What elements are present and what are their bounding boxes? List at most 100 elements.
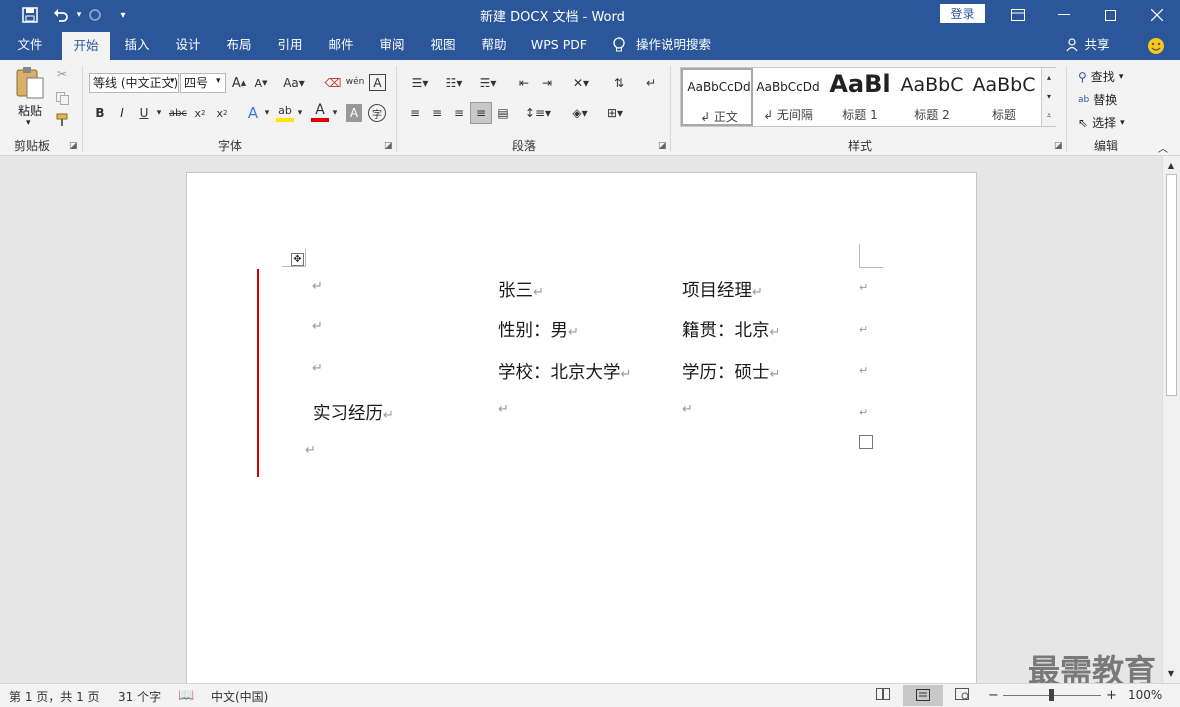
- paste-button[interactable]: 粘贴: [18, 102, 42, 119]
- style-title[interactable]: AaBbC 标题: [968, 68, 1040, 126]
- strikethrough-icon[interactable]: abc: [168, 104, 188, 122]
- styles-launcher-icon[interactable]: ◪: [1054, 141, 1063, 151]
- share-button[interactable]: 共享: [1082, 30, 1112, 60]
- tell-me-search[interactable]: 操作说明搜索: [636, 30, 716, 60]
- multilevel-list-icon[interactable]: ☴▾: [474, 74, 502, 92]
- document-page[interactable]: ✥ ↵ 张三↵ 项目经理↵ ↵ ↵ 性别：男↵ 籍贯：北京↵ ↵ ↵ 学校：北京…: [186, 172, 977, 683]
- styles-more-icon[interactable]: ⩡: [1042, 106, 1056, 125]
- scroll-up-icon[interactable]: ▲: [1164, 158, 1178, 172]
- clipboard-launcher-icon[interactable]: ◪: [69, 141, 78, 151]
- shading-icon[interactable]: ◈▾: [566, 104, 594, 122]
- subscript-icon[interactable]: x2: [192, 104, 208, 122]
- customize-icon[interactable]: ▾: [112, 4, 134, 26]
- style-heading-1[interactable]: AaBl 标题 1: [824, 68, 896, 126]
- chinese-layout-icon[interactable]: ✕▾: [567, 74, 595, 92]
- zoom-in-icon[interactable]: +: [1106, 688, 1117, 703]
- tab-view[interactable]: 视图: [419, 30, 467, 60]
- style-heading-2[interactable]: AaBbC 标题 2: [896, 68, 968, 126]
- zoom-out-icon[interactable]: −: [988, 688, 999, 703]
- scroll-down-icon[interactable]: ▼: [1164, 666, 1178, 680]
- font-color-icon[interactable]: A: [311, 102, 329, 122]
- style-no-spacing[interactable]: AaBbCcDd ↲ 无间隔: [752, 68, 824, 126]
- format-painter-icon[interactable]: [54, 112, 70, 128]
- text-effects-dropdown-icon[interactable]: ▾: [262, 104, 272, 122]
- close-icon[interactable]: [1134, 0, 1180, 30]
- highlight-icon[interactable]: ab: [276, 102, 294, 122]
- share-icon[interactable]: [1066, 38, 1080, 55]
- shrink-font-icon[interactable]: A ▼: [252, 74, 270, 92]
- character-border-icon[interactable]: A: [369, 74, 386, 91]
- tab-design[interactable]: 设计: [164, 30, 212, 60]
- clear-formatting-icon[interactable]: ⌫: [324, 74, 342, 92]
- table-cell[interactable]: 张三↵: [498, 277, 544, 302]
- copy-icon[interactable]: [54, 90, 70, 106]
- tab-file[interactable]: 文件: [6, 30, 54, 60]
- underline-icon[interactable]: U: [136, 104, 152, 122]
- paste-icon[interactable]: [14, 66, 46, 103]
- character-shading-icon[interactable]: A: [346, 104, 362, 122]
- table-cell[interactable]: 实习经历↵: [313, 400, 394, 425]
- enclose-characters-icon[interactable]: 字: [368, 104, 386, 122]
- highlight-dropdown-icon[interactable]: ▾: [295, 104, 305, 122]
- tab-help[interactable]: 帮助: [470, 30, 518, 60]
- ribbon-display-icon[interactable]: [995, 0, 1041, 30]
- superscript-icon[interactable]: x2: [214, 104, 230, 122]
- zoom-level[interactable]: 100%: [1128, 688, 1162, 702]
- table-cell[interactable]: 籍贯：北京↵: [682, 317, 780, 342]
- tab-references[interactable]: 引用: [266, 30, 314, 60]
- language-indicator[interactable]: 中文(中国): [211, 688, 268, 705]
- cut-icon[interactable]: ✂: [54, 66, 70, 82]
- decrease-indent-icon[interactable]: ⇤: [514, 74, 534, 92]
- styles-down-icon[interactable]: ▾: [1042, 87, 1056, 106]
- print-layout-button[interactable]: [903, 685, 943, 706]
- tab-layout[interactable]: 布局: [215, 30, 263, 60]
- paragraph-launcher-icon[interactable]: ◪: [658, 141, 667, 151]
- maximize-icon[interactable]: [1087, 0, 1133, 30]
- tab-home[interactable]: 开始: [62, 32, 110, 60]
- font-name-box[interactable]: 等线 (中文正文): [89, 73, 179, 93]
- font-name-dropdown-icon[interactable]: ▾: [170, 76, 175, 86]
- find-button[interactable]: ⚲ 查找 ▾: [1078, 68, 1123, 85]
- borders-icon[interactable]: ⊞▾: [600, 104, 630, 122]
- font-launcher-icon[interactable]: ◪: [384, 141, 393, 151]
- minimize-icon[interactable]: [1041, 0, 1087, 30]
- bullets-icon[interactable]: ☰▾: [406, 74, 434, 92]
- replace-button[interactable]: ab 替换: [1078, 91, 1117, 108]
- paste-dropdown-icon[interactable]: ▾: [26, 118, 31, 128]
- increase-indent-icon[interactable]: ⇥: [537, 74, 557, 92]
- style-normal[interactable]: AaBbCcDd ↲ 正文: [681, 68, 753, 126]
- tab-mailings[interactable]: 邮件: [317, 30, 365, 60]
- numbering-icon[interactable]: ☷▾: [440, 74, 468, 92]
- text-effects-icon[interactable]: A: [244, 104, 262, 122]
- tab-insert[interactable]: 插入: [113, 30, 161, 60]
- table-cell[interactable]: 项目经理↵: [682, 277, 763, 302]
- table-resize-handle[interactable]: [859, 435, 873, 449]
- show-marks-icon[interactable]: ↵: [642, 74, 660, 92]
- tab-wps-pdf[interactable]: WPS PDF: [524, 30, 594, 60]
- web-layout-icon[interactable]: [955, 688, 969, 703]
- grow-font-icon[interactable]: A ▲: [230, 74, 248, 92]
- italic-icon[interactable]: I: [114, 104, 130, 122]
- align-right-icon[interactable]: ≡: [450, 104, 468, 122]
- font-size-dropdown-icon[interactable]: ▾: [216, 76, 221, 86]
- table-cell[interactable]: 性别：男↵: [498, 317, 579, 342]
- zoom-slider-thumb[interactable]: [1049, 689, 1054, 701]
- line-spacing-icon[interactable]: ↕≡▾: [524, 104, 552, 122]
- justify-icon[interactable]: ≡: [470, 102, 492, 124]
- phonetic-guide-icon[interactable]: wén: [346, 72, 365, 92]
- page-count[interactable]: 第 1 页，共 1 页: [9, 688, 100, 705]
- bold-icon[interactable]: B: [92, 104, 108, 122]
- sort-icon[interactable]: ⇅: [610, 74, 628, 92]
- change-case-icon[interactable]: Aa▾: [280, 74, 308, 92]
- select-button[interactable]: ⇖ 选择 ▾: [1078, 114, 1125, 131]
- align-left-icon[interactable]: ≡: [406, 104, 424, 122]
- tab-review[interactable]: 审阅: [368, 30, 416, 60]
- login-button[interactable]: 登录: [940, 4, 985, 23]
- table-cell[interactable]: 学历：硕士↵: [682, 359, 780, 384]
- word-count[interactable]: 31 个字: [118, 688, 161, 705]
- smiley-icon[interactable]: [1147, 37, 1165, 58]
- collapse-ribbon-icon[interactable]: ︿: [1158, 140, 1168, 155]
- font-color-dropdown-icon[interactable]: ▾: [330, 104, 340, 122]
- read-mode-icon[interactable]: [876, 688, 890, 703]
- save-icon[interactable]: [19, 4, 41, 26]
